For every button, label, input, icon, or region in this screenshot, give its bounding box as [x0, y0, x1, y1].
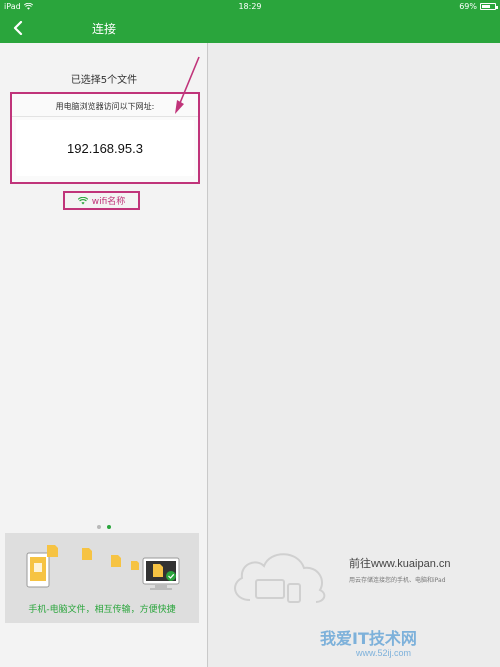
banner-caption: 手机-电脑文件，相互传输，方便快捷 [28, 605, 176, 615]
watermark-url: www.52ij.com [356, 648, 412, 658]
battery-fill [482, 5, 490, 8]
status-time: 18:29 [238, 2, 262, 11]
nav-bar: 连接 [0, 13, 500, 43]
battery-percent: 69% [459, 2, 477, 11]
selected-files-count: 已选择5个文件 [70, 75, 138, 86]
page-dot[interactable] [97, 525, 101, 529]
kuaipan-link[interactable]: 前往www.kuaipan.cn [349, 555, 451, 571]
kuaipan-description: 用云存储连接您的手机、电脑和iPad [349, 577, 446, 584]
phone-to-computer-illustration [26, 545, 180, 590]
page-indicator [0, 525, 208, 529]
status-bar: iPad 18:29 69% [0, 0, 500, 13]
status-right: 69% [459, 2, 498, 11]
address-card: 用电脑浏览器访问以下网址: 192.168.95.3 [10, 92, 200, 184]
address-instruction: 用电脑浏览器访问以下网址: [12, 94, 198, 117]
wifi-name-badge: wifi名称 [63, 191, 140, 210]
ip-address: 192.168.95.3 [16, 120, 194, 176]
feature-banner: 手机-电脑文件，相互传输，方便快捷 [5, 533, 199, 623]
cloud-device-icon [234, 553, 326, 603]
battery-icon [480, 3, 498, 10]
page-dot-active[interactable] [107, 525, 111, 529]
watermark-text: 我爱IT技术网 [320, 629, 417, 648]
wifi-name-label: wifi名称 [91, 197, 126, 207]
page-title: 连接 [91, 22, 116, 36]
wifi-icon [77, 196, 88, 204]
